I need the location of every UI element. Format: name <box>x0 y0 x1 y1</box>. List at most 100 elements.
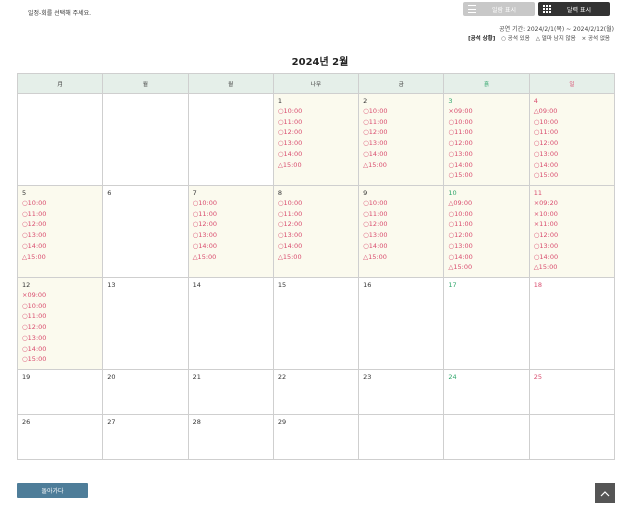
time-slot-link[interactable]: ○14:00 <box>363 241 439 252</box>
time-slot-link[interactable]: ○11:00 <box>534 127 610 138</box>
time-slot-link[interactable]: ○13:00 <box>448 149 524 160</box>
time-slot-link[interactable]: ○12:00 <box>278 127 354 138</box>
time-slot-link[interactable]: ○11:00 <box>278 209 354 220</box>
time-slot-link[interactable]: ○12:00 <box>22 322 98 333</box>
time-slot-link[interactable]: ○15:00 <box>534 170 610 181</box>
time-slot-link[interactable]: ○14:00 <box>448 160 524 171</box>
time-slot-link[interactable]: ○10:00 <box>22 301 98 312</box>
time-slot-link[interactable]: ○13:00 <box>278 138 354 149</box>
weekday-header: 월 <box>102 73 189 94</box>
time-slot-link[interactable]: ○13:00 <box>448 241 524 252</box>
calendar-week-row: 5 ○10:00 ○11:00 ○12:00 ○13:00 ○14:00 △15:00 6 7 ○… <box>16 185 616 278</box>
time-slot-link[interactable]: ○11:00 <box>22 311 98 322</box>
time-slot-link[interactable]: ×10:00 <box>534 209 610 220</box>
calendar-day-cell: 28 <box>187 414 274 460</box>
back-button[interactable]: 돌아가다 <box>17 483 88 498</box>
time-slot-link[interactable]: ○14:00 <box>278 241 354 252</box>
time-slot-link[interactable]: △15:00 <box>278 160 354 171</box>
time-slot-link[interactable]: ×11:00 <box>534 219 610 230</box>
time-slot-link[interactable]: ○10:00 <box>363 106 439 117</box>
calendar-day-cell: 26 <box>16 414 104 460</box>
time-slot-link[interactable]: ×09:20 <box>534 198 610 209</box>
time-slot-link[interactable]: ○13:00 <box>22 230 98 241</box>
time-slot-link[interactable]: △15:00 <box>363 160 439 171</box>
time-slot-link[interactable]: ○12:00 <box>534 230 610 241</box>
time-slot-link[interactable]: ○11:00 <box>363 117 439 128</box>
time-slot-link[interactable]: ○12:00 <box>22 219 98 230</box>
arrow-up-icon <box>600 490 610 496</box>
calendar-day-cell: 22 <box>272 369 360 415</box>
time-slot-link[interactable]: ○10:00 <box>448 209 524 220</box>
time-slot-link[interactable]: ○13:00 <box>363 138 439 149</box>
day-number: 16 <box>363 281 372 289</box>
time-slot-link[interactable]: △09:00 <box>534 106 610 117</box>
calendar-day-cell: 24 <box>443 369 530 415</box>
time-slot-link[interactable]: ○14:00 <box>278 149 354 160</box>
grid-icon <box>543 5 551 13</box>
list-view-button[interactable]: 일람 표시 <box>463 2 535 16</box>
time-slot-link[interactable]: ○10:00 <box>22 198 98 209</box>
time-slot-link[interactable]: ○10:00 <box>534 117 610 128</box>
calendar-day-cell-performance: 9 ○10:00 ○11:00 ○12:00 ○13:00 ○14:00 △15:00 <box>358 185 445 278</box>
time-slot-link[interactable]: ○11:00 <box>193 209 269 220</box>
time-slot-link[interactable]: ×09:00 <box>22 290 98 301</box>
day-number: 23 <box>363 373 372 381</box>
time-slot-link[interactable]: ○13:00 <box>22 333 98 344</box>
calendar-day-cell-performance: 7 ○10:00 ○11:00 ○12:00 ○13:00 ○14:00 △15:00 <box>187 185 274 278</box>
time-slot-link[interactable]: ○15:00 <box>22 354 98 365</box>
time-slot-link[interactable]: ○10:00 <box>363 198 439 209</box>
time-slot-link[interactable]: ○12:00 <box>448 230 524 241</box>
time-slot-link[interactable]: ○11:00 <box>363 209 439 220</box>
day-number: 7 <box>192 189 197 197</box>
time-slot-link[interactable]: ○12:00 <box>278 219 354 230</box>
time-slot-link[interactable]: ○10:00 <box>278 198 354 209</box>
time-slot-link[interactable]: ○11:00 <box>448 219 524 230</box>
time-slot-link[interactable]: ○14:00 <box>448 252 524 263</box>
time-slot-link[interactable]: △09:00 <box>448 198 524 209</box>
time-slot-link[interactable]: ○11:00 <box>278 117 354 128</box>
time-slot-link[interactable]: ○14:00 <box>534 160 610 171</box>
time-slot-link[interactable]: ○14:00 <box>22 344 98 355</box>
time-slot-link[interactable]: △15:00 <box>278 252 354 263</box>
time-slot-link[interactable]: ○13:00 <box>193 230 269 241</box>
calendar-grid: 月 월 월 나무 금 흙 일 1 ○10:00 ○11:00 ○12:00 ○13:00… <box>16 73 616 460</box>
time-slot-link[interactable]: ○13:00 <box>363 230 439 241</box>
time-slot-link[interactable]: ○12:00 <box>448 138 524 149</box>
calendar-day-cell: 16 <box>358 277 445 370</box>
time-slot-link[interactable]: ○12:00 <box>363 219 439 230</box>
time-slot-link[interactable]: △15:00 <box>448 262 524 273</box>
time-slot-link[interactable]: △15:00 <box>363 252 439 263</box>
weekday-header: 月 <box>16 73 104 94</box>
time-slot-link[interactable]: ○13:00 <box>278 230 354 241</box>
time-slot-link[interactable]: ○14:00 <box>22 241 98 252</box>
time-slot-link[interactable]: ○10:00 <box>193 198 269 209</box>
time-slot-link[interactable]: ○10:00 <box>448 117 524 128</box>
time-slot-link[interactable]: △15:00 <box>22 252 98 263</box>
day-number: 28 <box>192 418 201 426</box>
day-number: 3 <box>448 97 453 105</box>
time-slot-link[interactable]: ○13:00 <box>534 149 610 160</box>
time-slot-link[interactable]: ○12:00 <box>363 127 439 138</box>
time-slot-link[interactable]: ○12:00 <box>193 219 269 230</box>
time-slot-link[interactable]: ×09:00 <box>448 106 524 117</box>
time-slot-link[interactable]: ○11:00 <box>448 127 524 138</box>
calendar-view-button[interactable]: 달력 표시 <box>538 2 610 16</box>
calendar-day-cell: 23 <box>358 369 445 415</box>
weekday-header: 금 <box>358 73 445 94</box>
time-slot-link[interactable]: ○13:00 <box>534 241 610 252</box>
time-slot-link[interactable]: ○10:00 <box>278 106 354 117</box>
scroll-top-button[interactable] <box>595 483 615 503</box>
time-slot-link[interactable]: ○14:00 <box>534 252 610 263</box>
time-slot-link[interactable]: △15:00 <box>534 262 610 273</box>
day-number: 26 <box>22 418 31 426</box>
time-slot-link[interactable]: ○12:00 <box>534 138 610 149</box>
legend-item-few-left: △ 얼마 남지 않음 <box>535 36 576 42</box>
time-slot-link[interactable]: △15:00 <box>193 252 269 263</box>
time-slot-link[interactable]: ○11:00 <box>22 209 98 220</box>
availability-legend: [공석 상황] ○ 공석 있음 △ 얼마 남지 않음 × 공석 없음 <box>468 34 610 42</box>
day-number: 11 <box>533 189 542 197</box>
time-slot-link[interactable]: ○15:00 <box>448 170 524 181</box>
time-slot-link[interactable]: ○14:00 <box>193 241 269 252</box>
time-slot-link[interactable]: ○14:00 <box>363 149 439 160</box>
day-number: 25 <box>533 373 542 381</box>
